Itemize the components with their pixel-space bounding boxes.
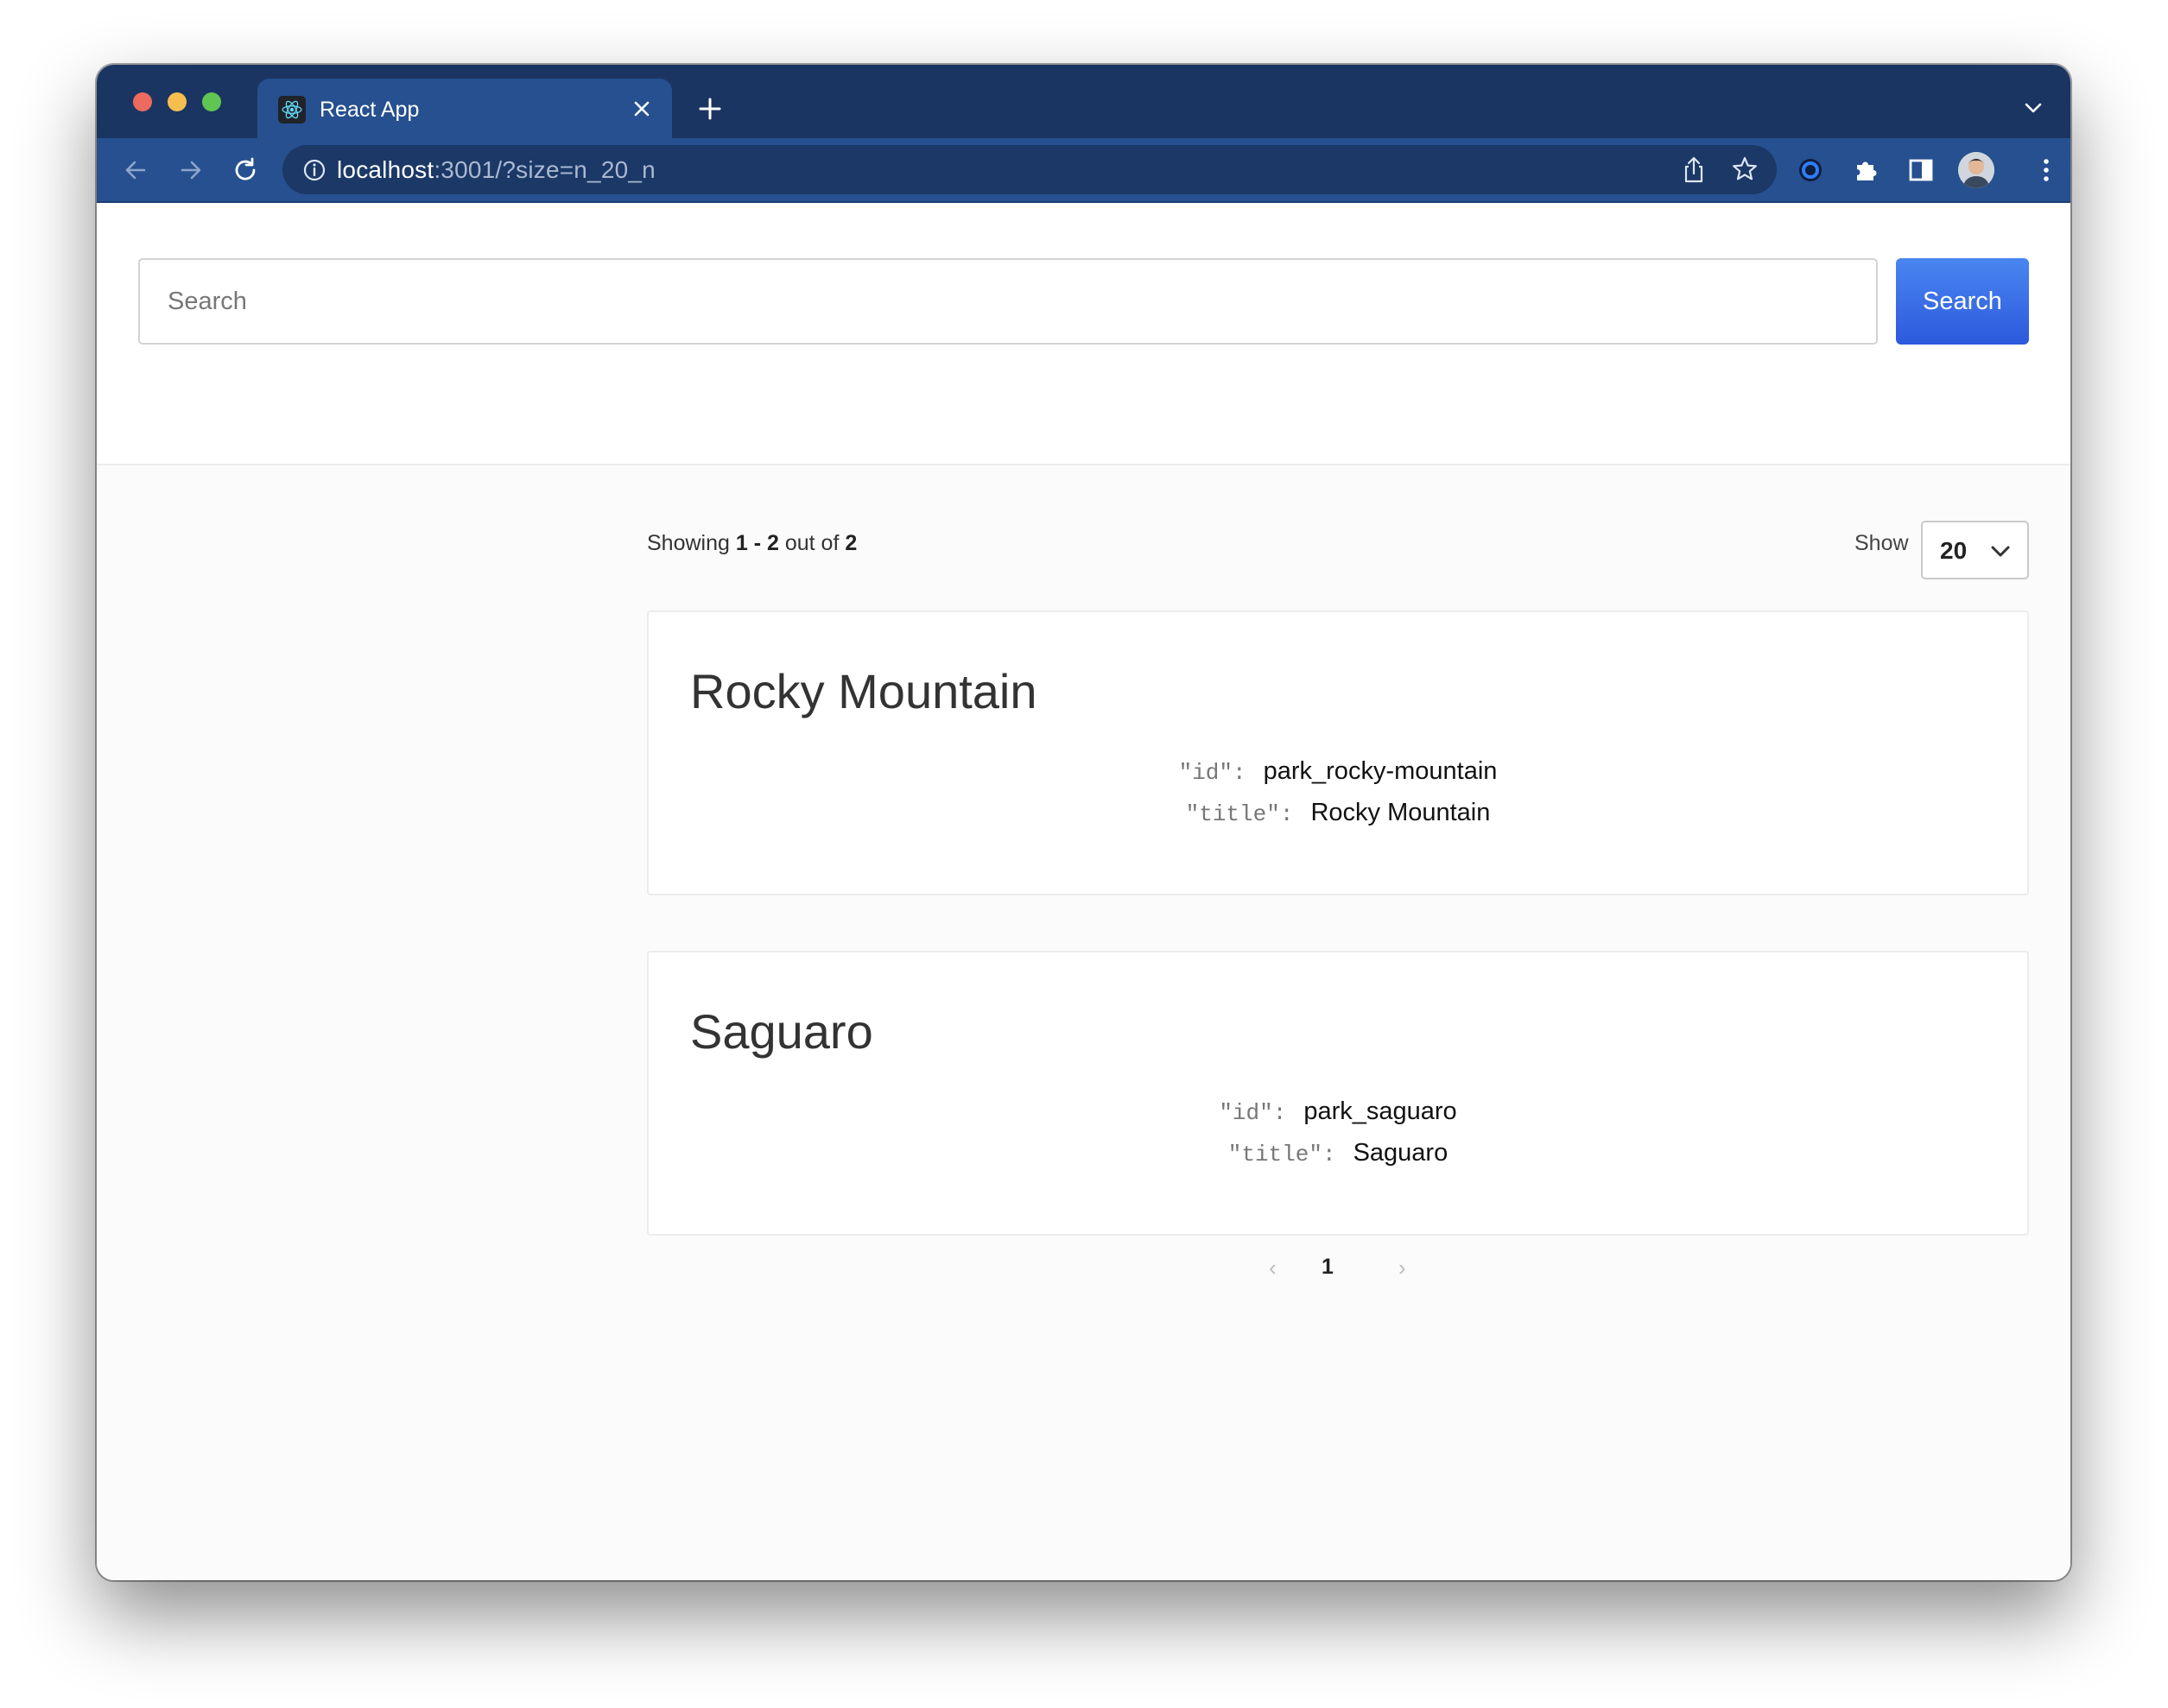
tab-search-chevron-icon[interactable] (2024, 101, 2043, 115)
search-header: Search (97, 203, 2070, 465)
url-host: localhost (337, 156, 434, 183)
total-count: 2 (845, 531, 858, 555)
chevron-down-icon (1991, 546, 2010, 557)
close-window-button[interactable] (133, 92, 152, 111)
bookmark-star-icon[interactable] (1730, 155, 1759, 184)
site-info-icon[interactable] (301, 157, 327, 183)
field-key: "title": (1227, 1142, 1336, 1167)
page-content: Search Showing 1 - 2 out of 2 Show 20 Ro… (97, 203, 2070, 1580)
tab-title: React App (320, 98, 420, 122)
minimize-window-button[interactable] (168, 92, 187, 111)
search-button[interactable]: Search (1896, 258, 2029, 345)
range-start: 1 (735, 531, 748, 555)
browser-toolbar: localhost:3001/?size=n_20_n (97, 138, 2070, 203)
search-input[interactable] (138, 258, 1878, 345)
result-field-title: "title": Saguaro (649, 1139, 2027, 1167)
share-icon[interactable] (1680, 155, 1708, 185)
result-field-id: "id": park_rocky-mountain (649, 757, 2027, 786)
browser-window: React App localhost:3001/?size=n_20_n Se… (97, 65, 2070, 1580)
field-value: park_saguaro (1303, 1098, 1457, 1125)
address-bar[interactable]: localhost:3001/?size=n_20_n (282, 145, 1777, 194)
more-menu-icon[interactable] (2032, 155, 2061, 185)
field-value: Saguaro (1353, 1139, 1449, 1167)
profile-avatar[interactable] (1958, 152, 1994, 188)
url-text: localhost:3001/?size=n_20_n (337, 155, 656, 185)
extension-ring-icon[interactable] (1796, 155, 1825, 185)
page-size-value: 20 (1940, 537, 1968, 564)
range-separator: - (747, 531, 767, 555)
showing-label: Showing (647, 531, 730, 555)
field-key: "title": (1185, 801, 1294, 827)
result-card: Rocky Mountain "id": park_rocky-mountain… (647, 610, 2029, 895)
result-field-title: "title": Rocky Mountain (649, 799, 2027, 827)
reload-icon[interactable] (231, 155, 260, 185)
pagination: ‹ 1 › (97, 1251, 2070, 1286)
field-value: park_rocky-mountain (1263, 757, 1498, 785)
browser-tab[interactable]: React App (257, 79, 672, 138)
field-key: "id": (1219, 1100, 1287, 1126)
result-card: Saguaro "id": park_saguaro "title": Sagu… (647, 951, 2029, 1236)
field-value: Rocky Mountain (1310, 799, 1491, 826)
new-tab-icon[interactable] (697, 96, 723, 122)
out-of-label: out of (784, 531, 840, 555)
result-title: Saguaro (690, 1004, 873, 1059)
forward-icon[interactable] (176, 155, 206, 185)
maximize-window-button[interactable] (202, 92, 221, 111)
previous-page-button[interactable]: ‹ (1269, 1255, 1277, 1281)
react-logo-icon (278, 96, 306, 123)
page-number-button[interactable]: 1 (1322, 1255, 1334, 1280)
back-icon[interactable] (121, 155, 150, 185)
result-field-id: "id": park_saguaro (649, 1098, 2027, 1126)
next-page-button[interactable]: › (1398, 1255, 1406, 1281)
side-panel-icon[interactable] (1906, 155, 1936, 185)
tab-strip: React App (97, 65, 2070, 138)
results-area: Showing 1 - 2 out of 2 Show 20 Rocky Mou… (97, 465, 2070, 1580)
show-label: Show (1854, 531, 1909, 555)
page-size-select[interactable]: 20 (1921, 521, 2029, 579)
close-tab-icon[interactable] (631, 98, 653, 120)
paging-info: Showing 1 - 2 out of 2 (647, 529, 857, 557)
url-path: :3001/?size=n_20_n (434, 156, 656, 183)
extensions-puzzle-icon[interactable] (1851, 155, 1880, 185)
field-key: "id": (1178, 760, 1246, 786)
range-end: 2 (766, 531, 779, 555)
result-title: Rocky Mountain (690, 664, 1037, 718)
